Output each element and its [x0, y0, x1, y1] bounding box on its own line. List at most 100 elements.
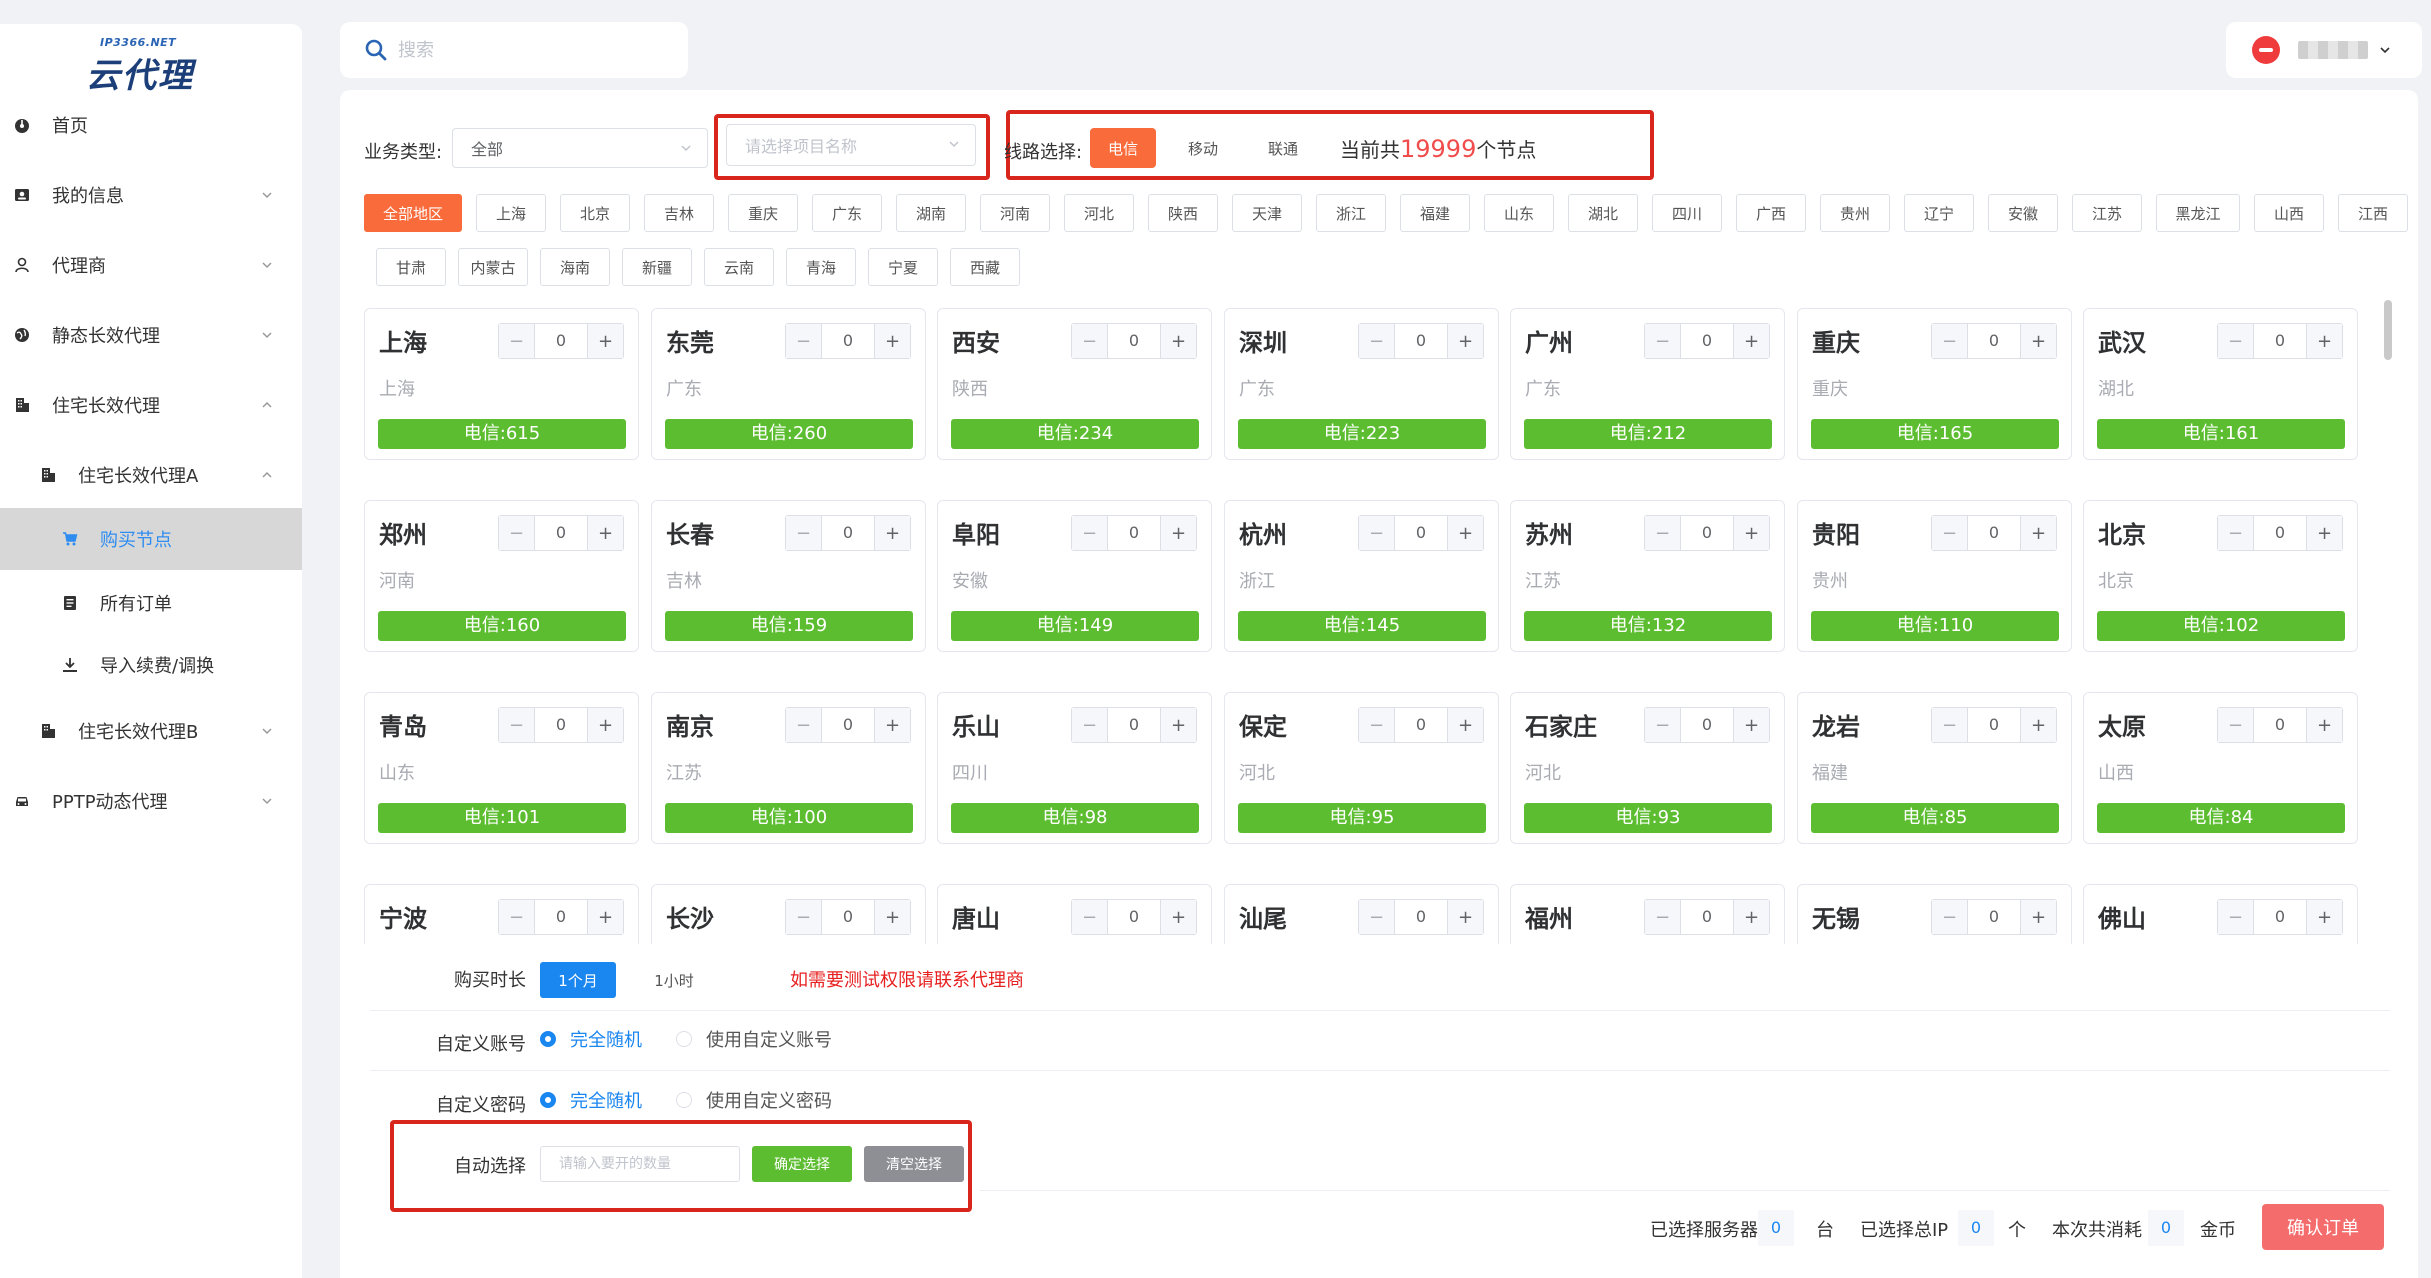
region-tag[interactable]: 河北	[1064, 194, 1134, 232]
sidebar-item-all-orders[interactable]: 所有订单	[0, 572, 302, 634]
minus-icon[interactable]: −	[1932, 516, 1968, 550]
project-select[interactable]: 请选择项目名称	[726, 124, 976, 166]
minus-icon[interactable]: −	[499, 324, 535, 358]
quantity-value[interactable]: 0	[822, 516, 874, 550]
quantity-stepper[interactable]: −0 +	[1071, 515, 1197, 551]
region-tag[interactable]: 广东	[812, 194, 882, 232]
region-tag[interactable]: 广西	[1736, 194, 1806, 232]
plus-icon[interactable]: +	[2306, 900, 2342, 934]
plus-icon[interactable]: +	[1733, 516, 1769, 550]
quantity-stepper[interactable]: −0 +	[1358, 323, 1484, 359]
auto-select-quantity-input[interactable]	[540, 1146, 740, 1182]
sidebar-item-import-renew[interactable]: 导入续费/调换	[0, 634, 302, 696]
quantity-stepper[interactable]: −0 +	[1644, 899, 1770, 935]
region-tag[interactable]: 湖南	[896, 194, 966, 232]
quantity-value[interactable]: 0	[2254, 324, 2306, 358]
region-tag[interactable]: 河南	[980, 194, 1050, 232]
quantity-value[interactable]: 0	[1968, 324, 2020, 358]
minus-icon[interactable]: −	[1359, 324, 1395, 358]
plus-icon[interactable]: +	[2020, 708, 2056, 742]
region-tag[interactable]: 吉林	[644, 194, 714, 232]
sidebar-item-static-proxy[interactable]: 静态长效代理	[0, 304, 302, 366]
plus-icon[interactable]: +	[2306, 516, 2342, 550]
quantity-stepper[interactable]: −0 +	[2217, 323, 2343, 359]
plus-icon[interactable]: +	[1733, 708, 1769, 742]
minus-icon[interactable]: −	[1072, 708, 1108, 742]
quantity-value[interactable]: 0	[1968, 516, 2020, 550]
plus-icon[interactable]: +	[2020, 516, 2056, 550]
account-option-custom[interactable]: 使用自定义账号	[676, 1026, 832, 1052]
plus-icon[interactable]: +	[1447, 708, 1483, 742]
quantity-value[interactable]: 0	[1108, 900, 1160, 934]
quantity-value[interactable]: 0	[822, 324, 874, 358]
plus-icon[interactable]: +	[1447, 324, 1483, 358]
quantity-value[interactable]: 0	[2254, 708, 2306, 742]
sidebar-item-my-info[interactable]: 我的信息	[0, 164, 302, 226]
quantity-value[interactable]: 0	[535, 708, 587, 742]
minus-icon[interactable]: −	[1645, 900, 1681, 934]
plus-icon[interactable]: +	[1733, 900, 1769, 934]
minus-icon[interactable]: −	[1072, 324, 1108, 358]
quantity-stepper[interactable]: −0 +	[1644, 707, 1770, 743]
minus-icon[interactable]: −	[786, 708, 822, 742]
quantity-stepper[interactable]: −0 +	[2217, 515, 2343, 551]
sidebar-item-residential-proxy-a[interactable]: 住宅长效代理A	[0, 444, 302, 506]
region-tag[interactable]: 安徽	[1988, 194, 2058, 232]
region-tag[interactable]: 云南	[704, 248, 774, 286]
minus-icon[interactable]: −	[499, 900, 535, 934]
quantity-stepper[interactable]: −0 +	[785, 707, 911, 743]
plus-icon[interactable]: +	[587, 900, 623, 934]
search-input[interactable]	[398, 39, 658, 61]
region-tag[interactable]: 宁夏	[868, 248, 938, 286]
minus-icon[interactable]: −	[1359, 900, 1395, 934]
line-option-mobile[interactable]: 移动	[1170, 128, 1236, 168]
quantity-value[interactable]: 0	[822, 708, 874, 742]
minus-icon[interactable]: −	[1932, 324, 1968, 358]
plus-icon[interactable]: +	[1447, 516, 1483, 550]
plus-icon[interactable]: +	[874, 900, 910, 934]
minus-icon[interactable]: −	[1645, 516, 1681, 550]
biz-type-select[interactable]: 全部	[452, 128, 708, 168]
search-bar[interactable]	[340, 22, 688, 78]
minus-icon[interactable]: −	[499, 708, 535, 742]
minus-icon[interactable]: −	[786, 516, 822, 550]
quantity-value[interactable]: 0	[1108, 324, 1160, 358]
user-menu[interactable]	[2226, 22, 2422, 78]
quantity-stepper[interactable]: −0 +	[785, 515, 911, 551]
quantity-stepper[interactable]: −0 +	[498, 899, 624, 935]
quantity-value[interactable]: 0	[1968, 900, 2020, 934]
region-tag[interactable]: 北京	[560, 194, 630, 232]
plus-icon[interactable]: +	[2020, 324, 2056, 358]
region-tag[interactable]: 陕西	[1148, 194, 1218, 232]
password-option-random[interactable]: 完全随机	[540, 1087, 642, 1113]
quantity-value[interactable]: 0	[1395, 708, 1447, 742]
quantity-value[interactable]: 0	[1681, 900, 1733, 934]
quantity-stepper[interactable]: −0 +	[498, 707, 624, 743]
region-tag[interactable]: 湖北	[1568, 194, 1638, 232]
quantity-stepper[interactable]: −0 +	[498, 515, 624, 551]
region-tag[interactable]: 四川	[1652, 194, 1722, 232]
region-tag[interactable]: 青海	[786, 248, 856, 286]
duration-option-1-month[interactable]: 1个月	[540, 962, 616, 998]
quantity-value[interactable]: 0	[1108, 708, 1160, 742]
minus-icon[interactable]: −	[2218, 708, 2254, 742]
quantity-value[interactable]: 0	[2254, 900, 2306, 934]
quantity-value[interactable]: 0	[1108, 516, 1160, 550]
minus-icon[interactable]: −	[1932, 708, 1968, 742]
quantity-stepper[interactable]: −0 +	[1931, 899, 2057, 935]
account-option-random[interactable]: 完全随机	[540, 1026, 642, 1052]
minus-icon[interactable]: −	[1932, 900, 1968, 934]
sidebar-item-residential-proxy[interactable]: 住宅长效代理	[0, 374, 302, 436]
quantity-value[interactable]: 0	[1395, 324, 1447, 358]
region-tag[interactable]: 全部地区	[364, 194, 462, 232]
minus-icon[interactable]: −	[1645, 324, 1681, 358]
plus-icon[interactable]: +	[874, 324, 910, 358]
minus-icon[interactable]: −	[2218, 516, 2254, 550]
plus-icon[interactable]: +	[1160, 900, 1196, 934]
region-tag[interactable]: 山西	[2254, 194, 2324, 232]
plus-icon[interactable]: +	[1447, 900, 1483, 934]
sidebar-item-home[interactable]: 首页	[0, 94, 302, 156]
quantity-value[interactable]: 0	[822, 900, 874, 934]
quantity-value[interactable]: 0	[1395, 516, 1447, 550]
quantity-stepper[interactable]: −0 +	[1071, 899, 1197, 935]
